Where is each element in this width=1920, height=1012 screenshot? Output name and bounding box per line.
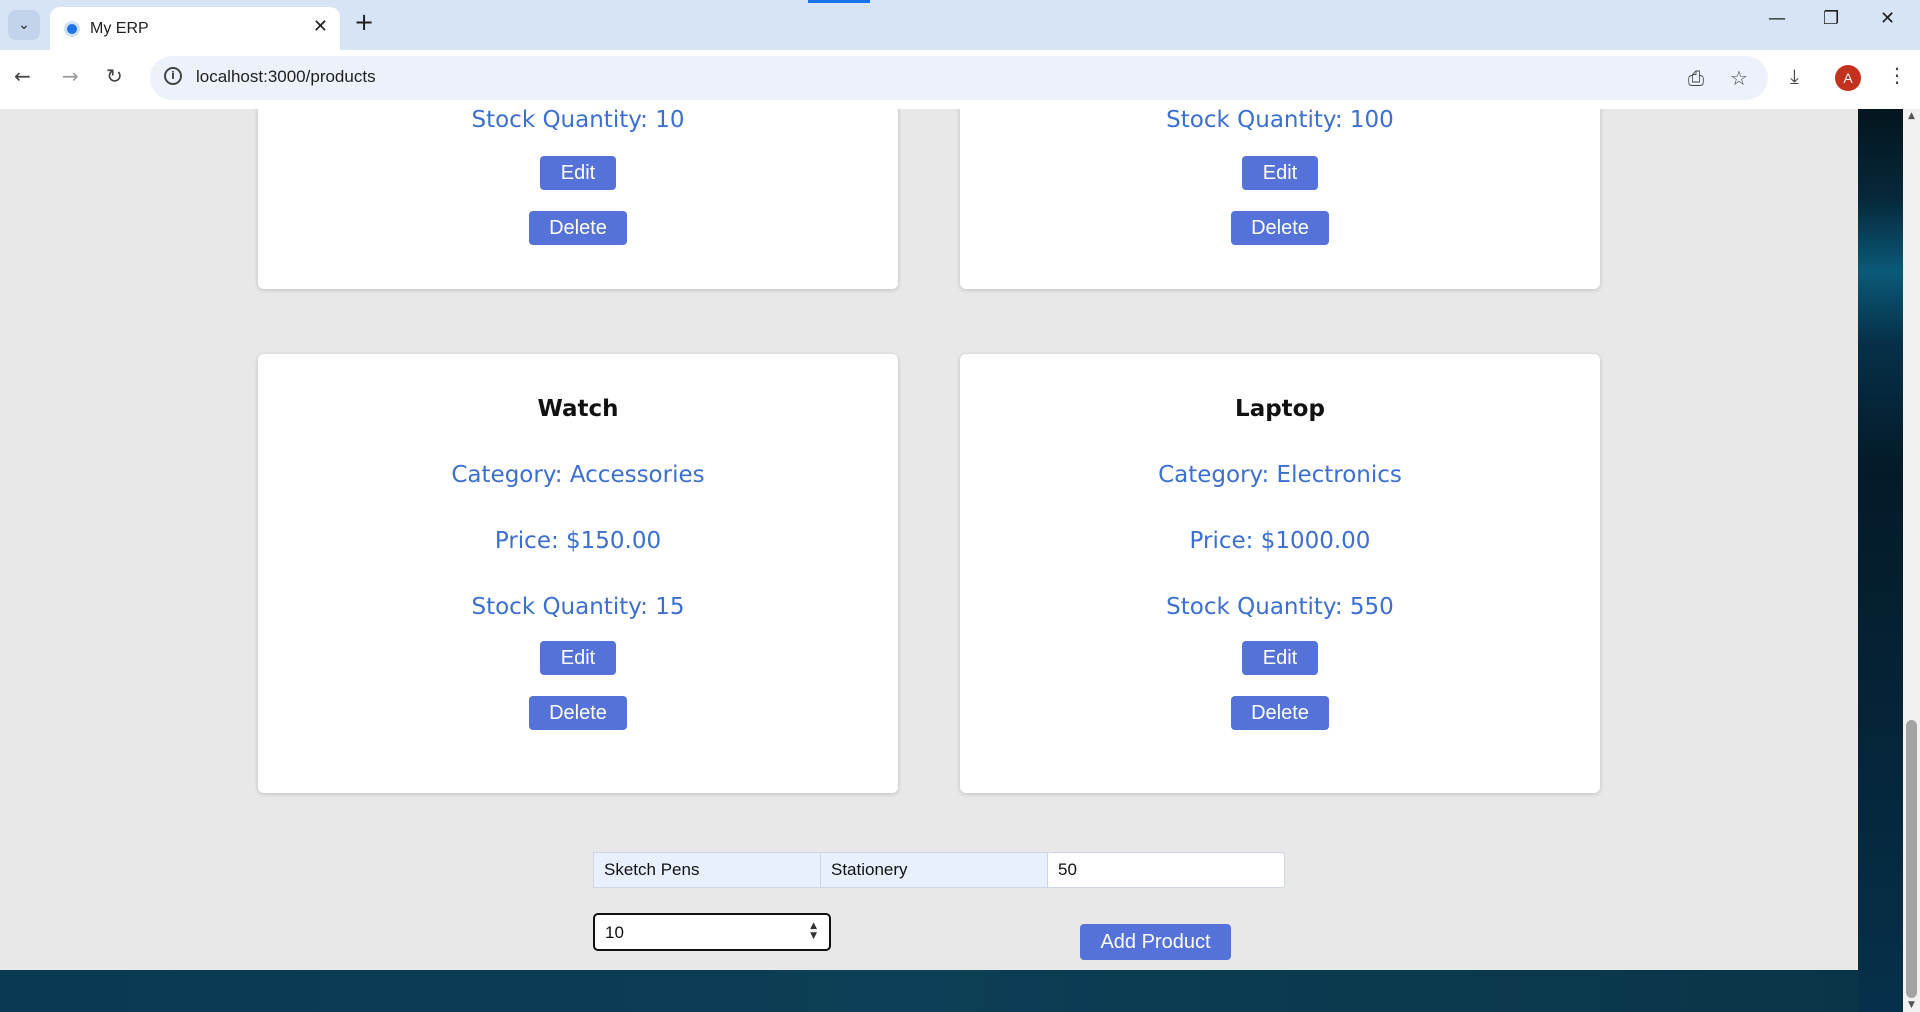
edit-button[interactable]: Edit [1242,156,1318,190]
edit-button[interactable]: Edit [540,156,616,190]
desktop-background [1858,109,1903,1012]
browser-toolbar: ← → ↻ i localhost:3000/products ⎙ ☆ ⤓ A … [0,50,1920,109]
product-stock: Stock Quantity: 100 [1166,109,1394,133]
stock-quantity-stepper[interactable]: 10 ▲ ▼ [593,913,831,951]
restore-icon[interactable]: ❐ [1823,8,1839,29]
product-price-input[interactable]: 50 [1047,852,1285,888]
product-card: Stock Quantity: 10 Edit Delete [258,109,898,289]
tab-title: My ERP [90,20,149,37]
product-card: Watch Category: Accessories Price: $150.… [258,354,898,793]
bookmark-star-icon[interactable]: ☆ [1730,66,1748,90]
chevron-down-icon: ⌄ [18,17,30,33]
forward-icon[interactable]: → [62,64,79,88]
desktop-background-bottom [0,970,1858,1012]
back-icon[interactable]: ← [14,64,31,88]
browser-tab-strip: ⌄ My ERP ✕ + — ❐ ✕ [0,0,1920,50]
reload-icon[interactable]: ↻ [106,64,123,88]
stock-quantity-value: 10 [605,923,624,942]
product-category: Category: Electronics [1158,462,1402,488]
delete-button[interactable]: Delete [529,211,627,245]
more-menu-icon[interactable]: ⋮ [1887,63,1907,87]
page-scrollbar[interactable]: ▲ ▼ [1903,109,1920,1012]
delete-button[interactable]: Delete [529,696,627,730]
product-stock: Stock Quantity: 550 [1166,594,1394,620]
add-product-button[interactable]: Add Product [1080,924,1231,960]
close-icon[interactable]: ✕ [313,16,328,37]
spin-arrows-icon[interactable]: ▲ ▼ [810,921,817,941]
product-name-input[interactable]: Sketch Pens [593,852,821,888]
tab-search-button[interactable]: ⌄ [8,10,40,40]
site-info-icon[interactable]: i [164,67,182,85]
scroll-down-icon[interactable]: ▼ [1903,1000,1920,1010]
new-tab-icon[interactable]: + [354,8,374,36]
product-stock: Stock Quantity: 10 [471,109,685,133]
product-name: Watch [537,396,619,422]
product-card: Stock Quantity: 100 Edit Delete [960,109,1600,289]
product-category: Category: Accessories [451,462,705,488]
minimize-icon[interactable]: — [1768,8,1786,29]
tab-indicator [808,0,870,3]
products-page: Stock Quantity: 10 Edit Delete Stock Qua… [0,109,1858,970]
address-bar[interactable]: i localhost:3000/products ⎙ ☆ [150,56,1768,100]
profile-avatar[interactable]: A [1835,65,1861,91]
delete-button[interactable]: Delete [1231,696,1329,730]
edit-button[interactable]: Edit [540,641,616,675]
install-app-icon[interactable]: ⎙ [1688,66,1704,90]
delete-button[interactable]: Delete [1231,211,1329,245]
window-close-icon[interactable]: ✕ [1880,8,1895,29]
product-card: Laptop Category: Electronics Price: $100… [960,354,1600,793]
scrollbar-thumb[interactable] [1906,720,1917,998]
page-viewport: Stock Quantity: 10 Edit Delete Stock Qua… [0,109,1903,1012]
favicon-icon [64,21,80,37]
download-icon[interactable]: ⤓ [1790,64,1799,88]
product-category-input[interactable]: Stationery [820,852,1048,888]
url-text[interactable]: localhost:3000/products [196,67,376,87]
product-name: Laptop [1235,396,1325,422]
browser-tab[interactable]: My ERP ✕ [50,7,340,50]
scroll-up-icon[interactable]: ▲ [1903,111,1920,121]
product-price: Price: $1000.00 [1189,528,1371,554]
product-stock: Stock Quantity: 15 [471,594,685,620]
edit-button[interactable]: Edit [1242,641,1318,675]
product-price: Price: $150.00 [494,528,662,554]
